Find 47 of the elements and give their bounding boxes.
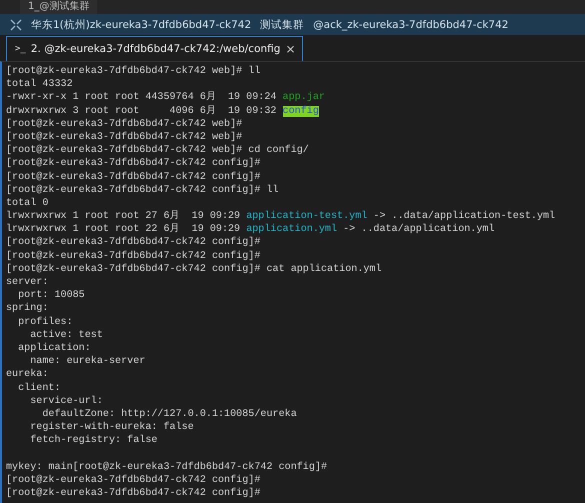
output-text: drwxrwxrwx 3 root root 4096 6月 19 09:32 — [6, 106, 278, 117]
output-text: [root@zk-eureka3-7dfdb6bd47-ck742 web]# — [6, 118, 242, 130]
output-text: active: test — [29, 330, 103, 341]
symlink-filename: application.yml — [246, 224, 338, 236]
output-text: [root@zk-eureka3-7dfdb6bd47-ck742 config]# ll — [6, 184, 279, 196]
output-text: [root@zk-eureka3-7dfdb6bd47-ck742 web]# — [6, 132, 242, 143]
output-text: defaultZone: http://127.0.0.1:10085/eureka — [41, 408, 297, 420]
session-info-text: 测试集群 — [260, 18, 304, 32]
output-text: application: — [17, 342, 91, 354]
output-text: [root@zk-eureka3-7dfdb6bd47-ck742 web]# cd config/ — [6, 145, 309, 156]
output-text: [root@zk-eureka3-7dfdb6bd47-ck742 config]# — [6, 172, 260, 182]
output-text: -rwxr-xr-x 1 root root 44359764 6月 19 09:24 — [6, 92, 278, 104]
executable-filename: app.jar — [282, 92, 325, 104]
collapse-icon[interactable] — [10, 18, 22, 30]
output-text: register-with-eureka: false — [29, 422, 194, 434]
output-text: [root@zk-eureka3-7dfdb6bd47-ck742 config]# — [6, 250, 260, 262]
tab-title: 2. @zk-eureka3-7dfdb6bd47-ck742:/web/config — [30, 43, 280, 55]
output-text: [root@zk-eureka3-7dfdb6bd47-ck742 config]# — [6, 158, 260, 170]
directory-name: config — [282, 106, 319, 117]
session-info-text: 华东1(杭州)zk-eureka3-7dfdb6bd47-ck742 — [31, 18, 252, 32]
output-text: [root@zk-eureka3-7dfdb6bd47-ck742 config]# — [6, 237, 260, 248]
output-text: client: — [17, 382, 61, 394]
output-text: [root@zk-eureka3-7dfdb6bd47-ck742 config]# — [6, 488, 260, 499]
session-info-text: @ack_zk-eureka3-7dfdb6bd47-ck742 — [313, 18, 508, 30]
output-text: mykey: main[root@zk-eureka3-7dfdb6bd47-ck742 config]# — [6, 462, 328, 473]
close-button[interactable]: × — [285, 42, 296, 56]
output-text: lrwxrwxrwx 1 root root 22 6月 19 09:29 — [6, 224, 242, 236]
terminal-glyph: >_ — [15, 44, 26, 54]
output-text: lrwxrwxrwx 1 root root 27 6月 19 09:29 — [6, 211, 242, 222]
output-text: -> ..data/application-test.yml — [372, 211, 556, 222]
output-text: fetch-registry: false — [29, 435, 158, 446]
output-text: port: 10085 — [17, 290, 85, 302]
output-text: name: eureka-server — [29, 356, 146, 368]
output-text: server: — [6, 277, 48, 288]
output-text: [root@zk-eureka3-7dfdb6bd47-ck742 web]# ll — [6, 66, 260, 77]
window-tab[interactable]: 1_@测试集群 — [20, 0, 98, 14]
output-text: spring: — [6, 303, 48, 314]
output-text: service-url: — [29, 396, 103, 407]
output-text: [root@zk-eureka3-7dfdb6bd47-ck742 config]# — [6, 474, 260, 486]
output-text: total 0 — [6, 198, 48, 209]
output-text: profiles: — [17, 316, 73, 328]
output-text: [root@zk-eureka3-7dfdb6bd47-ck742 config]# cat application.yml — [6, 264, 382, 275]
symlink-filename: application-test.yml — [246, 211, 368, 222]
output-text: total 43332 — [6, 79, 73, 90]
terminal-tab[interactable]: >_ 2. @zk-eureka3-7dfdb6bd47-ck742:/web/config × — [6, 36, 302, 61]
output-text: eureka: — [6, 369, 48, 380]
output-text: -> ..data/application.yml — [342, 224, 495, 236]
